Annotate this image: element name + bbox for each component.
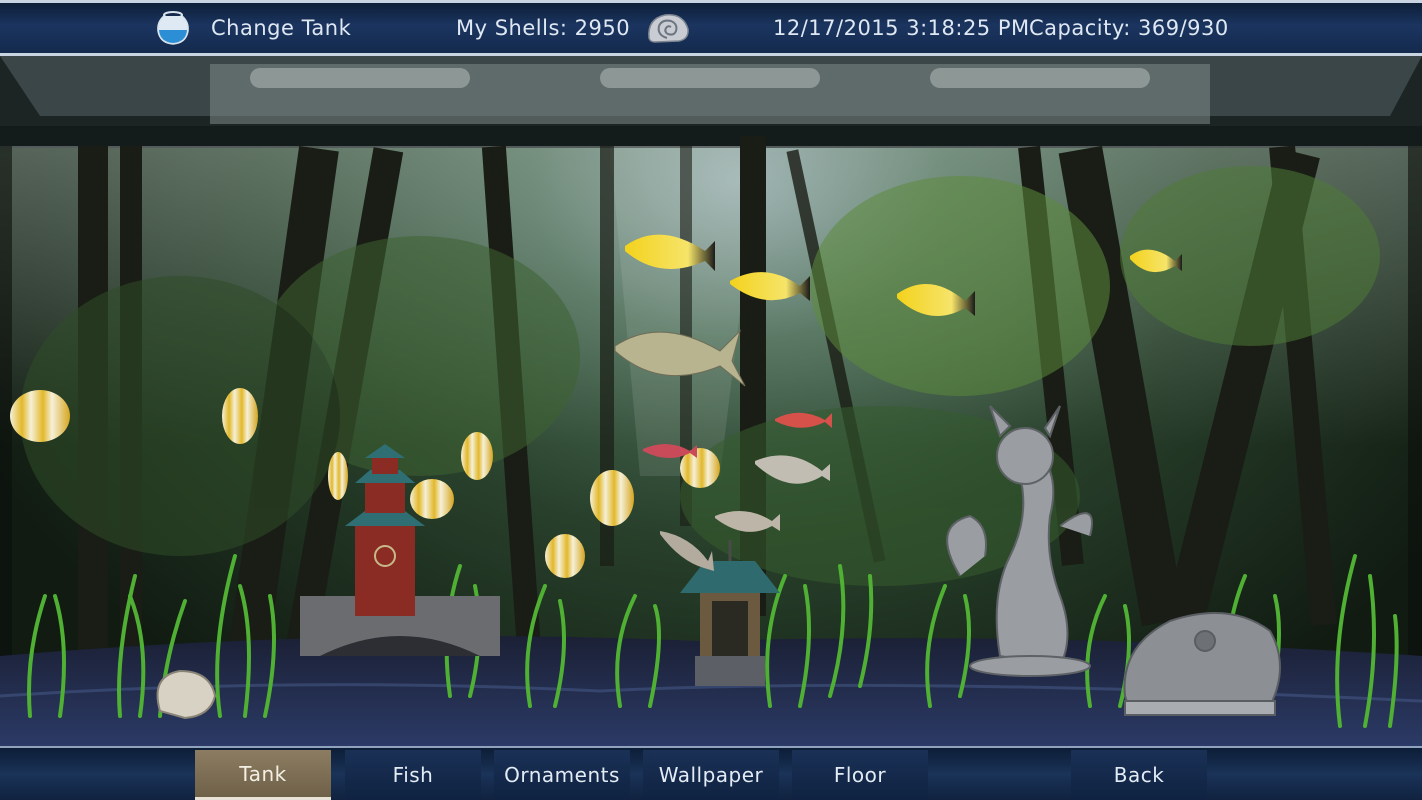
change-tank-button[interactable]: Change Tank bbox=[211, 3, 351, 53]
tab-wallpaper[interactable]: Wallpaper bbox=[643, 750, 779, 800]
fishbowl-icon[interactable] bbox=[156, 3, 192, 53]
bottom-menu-bar: Tank Fish Ornaments Wallpaper Floor Back bbox=[0, 746, 1422, 800]
seashell-icon bbox=[645, 3, 693, 53]
tab-fish[interactable]: Fish bbox=[345, 750, 481, 800]
tab-tank[interactable]: Tank bbox=[195, 750, 331, 800]
tab-ornaments[interactable]: Ornaments bbox=[494, 750, 630, 800]
aquarium-scene bbox=[0, 56, 1422, 746]
tab-floor[interactable]: Floor bbox=[792, 750, 928, 800]
tank-capacity: Capacity: 369/930 bbox=[1029, 16, 1229, 40]
top-status-bar: Change Tank My Shells: 2950 12/17/2015 3… bbox=[0, 0, 1422, 56]
shells-count: My Shells: 2950 bbox=[456, 16, 631, 40]
back-button[interactable]: Back bbox=[1071, 750, 1207, 800]
date-time-display: 12/17/2015 3:18:25 PM bbox=[773, 16, 1030, 40]
